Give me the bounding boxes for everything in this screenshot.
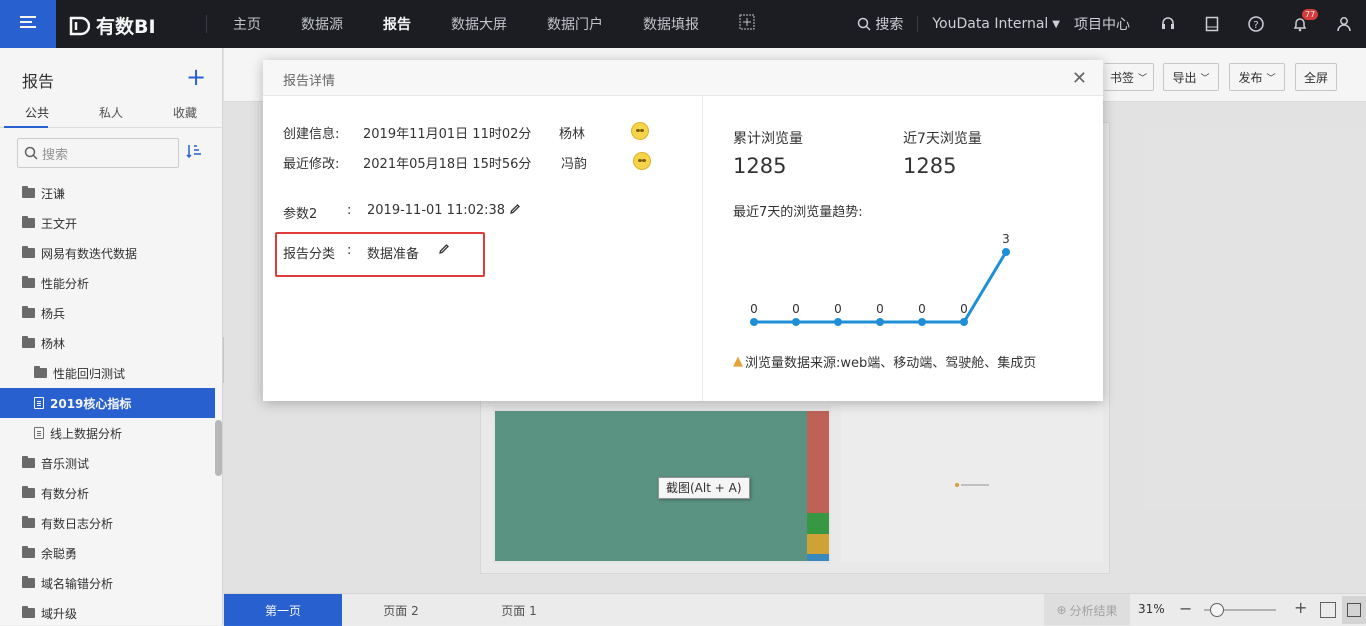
warning-icon: ▲ bbox=[733, 354, 743, 369]
trend-point[interactable] bbox=[960, 318, 968, 326]
trend-data-label: 0 bbox=[918, 302, 926, 316]
close-icon[interactable]: ✕ bbox=[1072, 68, 1087, 89]
avatar-emoji-icon bbox=[633, 152, 651, 170]
trend-data-label: 0 bbox=[792, 302, 800, 316]
param-label: 参数2 bbox=[283, 207, 318, 222]
trend-point[interactable] bbox=[876, 318, 884, 326]
source-note-text: 浏览量数据来源:web端、移动端、驾驶舱、集成页 bbox=[745, 356, 1037, 371]
source-note: ▲ 浏览量数据来源:web端、移动端、驾驶舱、集成页 bbox=[733, 352, 1036, 371]
modified-label: 最近修改: bbox=[283, 157, 340, 172]
param-value: 2019-11-01 11:02:38 bbox=[367, 203, 506, 218]
trend-point[interactable] bbox=[918, 318, 926, 326]
week-views-value: 1285 bbox=[903, 154, 957, 178]
trend-point[interactable] bbox=[834, 318, 842, 326]
category-colon: : bbox=[347, 243, 352, 258]
modal-title: 报告详情 bbox=[283, 74, 336, 89]
trend-point[interactable] bbox=[792, 318, 800, 326]
total-views-value: 1285 bbox=[733, 154, 787, 178]
total-views-label: 累计浏览量 bbox=[733, 131, 803, 147]
week-views-label: 近7天浏览量 bbox=[903, 131, 982, 147]
trend-point[interactable] bbox=[750, 318, 758, 326]
edit-param-icon[interactable] bbox=[509, 203, 521, 219]
trend-point[interactable] bbox=[1002, 248, 1010, 256]
trend-data-label: 0 bbox=[960, 302, 968, 316]
views-trend-chart: 0 0 0 0 0 0 3 bbox=[750, 232, 1010, 326]
trend-data-label: 0 bbox=[876, 302, 884, 316]
modal-header: 报告详情 ✕ bbox=[263, 60, 1103, 96]
modified-time: 2021年05月18日 15时56分 bbox=[363, 157, 532, 172]
modified-by: 冯韵 bbox=[561, 157, 588, 172]
trend-data-label: 3 bbox=[1002, 232, 1010, 246]
trend-data-label: 0 bbox=[834, 302, 842, 316]
trend-title: 最近7天的浏览量趋势: bbox=[733, 205, 863, 220]
trend-data-label: 0 bbox=[750, 302, 758, 316]
category-label: 报告分类 bbox=[283, 247, 336, 262]
category-value: 数据准备 bbox=[367, 247, 420, 262]
created-label: 创建信息: bbox=[283, 127, 340, 142]
created-by: 杨林 bbox=[559, 127, 586, 142]
avatar-emoji-icon bbox=[631, 122, 649, 140]
edit-category-icon[interactable] bbox=[438, 243, 450, 259]
param-colon: : bbox=[347, 203, 352, 218]
modal-divider bbox=[702, 96, 703, 401]
created-time: 2019年11月01日 11时02分 bbox=[363, 127, 532, 142]
report-detail-modal: 报告详情 ✕ 创建信息: 2019年11月01日 11时02分 杨林 最近修改:… bbox=[263, 60, 1103, 401]
